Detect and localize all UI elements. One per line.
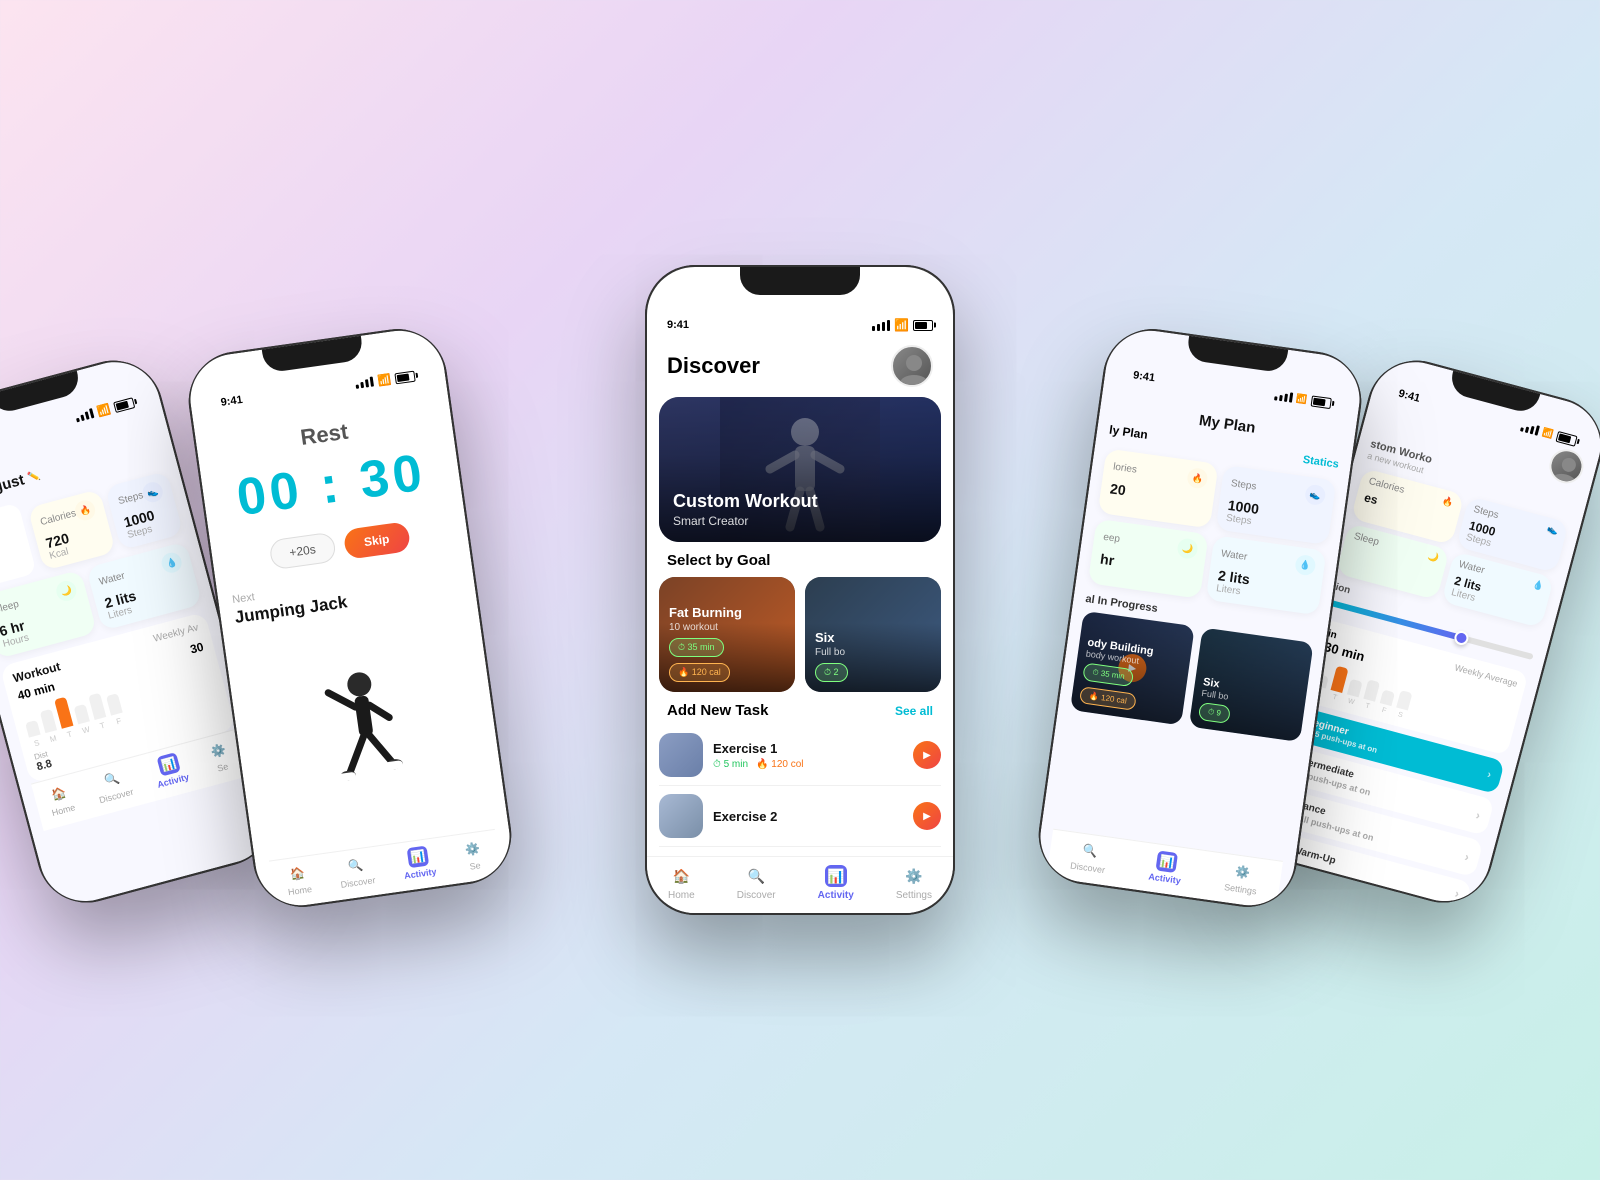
- nav-settings-left2[interactable]: ⚙️ Se: [206, 739, 234, 775]
- nav-activity-left2[interactable]: 📊 Activity: [150, 750, 190, 789]
- exercise-1-item: Exercise 1 ⏱ 5 min 🔥 120 col ▶: [659, 725, 941, 786]
- exercise-2-name: Exercise 2: [713, 809, 903, 824]
- nav-discover-right1[interactable]: 🔍 Discover: [1070, 839, 1109, 876]
- add-task-title: Add New Task: [667, 702, 768, 719]
- nav-discover-left2[interactable]: 🔍 Discover: [92, 765, 134, 805]
- exercise-2-play[interactable]: ▶: [913, 802, 941, 830]
- nav-settings-center[interactable]: ⚙️ Settings: [896, 865, 932, 901]
- sleep-label: Sleep: [0, 598, 20, 615]
- nav-se-rest[interactable]: ⚙️ Se: [461, 838, 485, 872]
- statics-link[interactable]: Statics: [1302, 454, 1339, 471]
- nav-settings-right1[interactable]: ⚙️ Settings: [1224, 860, 1261, 896]
- water-label: Water: [98, 570, 126, 587]
- nav-discover-center[interactable]: 🔍 Discover: [737, 865, 776, 901]
- exercise-1-time: ⏱ 5 min: [713, 759, 748, 770]
- nav-home-left2[interactable]: 🏠 Home: [45, 781, 76, 818]
- nav-discover-rest[interactable]: 🔍 Discover: [337, 853, 376, 890]
- see-all-link[interactable]: See all: [895, 704, 933, 718]
- hero-subtitle: Smart Creator: [673, 514, 927, 528]
- body-building-card[interactable]: ▶ ody Building body workout ⏱ 35 min 🔥 1…: [1070, 611, 1195, 726]
- fat-burning-time-tag: ⏱ 35 min: [669, 638, 724, 657]
- exercise-1-cal: 🔥 120 col: [756, 759, 803, 770]
- discover-title: Discover: [667, 353, 760, 379]
- nav-settings-right2[interactable]: ⚙️ Settings: [1404, 909, 1444, 911]
- custom-avatar: [1546, 445, 1588, 487]
- nav-home-rest[interactable]: 🏠 Home: [284, 862, 312, 897]
- calories-label: Calories: [39, 507, 77, 527]
- plus20s-button[interactable]: +20s: [269, 532, 337, 571]
- sixpack-time-tag: ⏱ 2: [815, 663, 848, 682]
- hero-workout-card[interactable]: Custom Workout Smart Creator: [659, 397, 941, 542]
- fat-burning-card[interactable]: Fat Burning 10 workout ⏱ 35 min 🔥 120 ca…: [659, 577, 795, 692]
- select-goal-title: Select by Goal: [647, 542, 953, 577]
- steps-label: Steps: [117, 489, 145, 506]
- sixpack-sub: Full bo: [815, 647, 931, 658]
- phone-discover: 9:41 📶 Discover: [645, 265, 955, 915]
- jumping-jack-figure: [307, 660, 428, 832]
- nav-activity-rest[interactable]: 📊 Activity: [400, 845, 437, 881]
- fat-burning-title: Fat Burning: [669, 605, 785, 620]
- nav-activity-center[interactable]: 📊 Activity: [818, 865, 854, 901]
- nav-activity-right2[interactable]: 📊 Activity: [1337, 891, 1377, 911]
- hero-title: Custom Workout: [673, 492, 927, 512]
- sixpack-card[interactable]: Six Full bo ⏱ 2: [805, 577, 941, 692]
- nav-home-center[interactable]: 🏠 Home: [668, 865, 695, 901]
- nav-activity-right1[interactable]: 📊 Activity: [1148, 850, 1185, 886]
- phones-container: 9:41 📶 Friday: [100, 90, 1500, 1090]
- six-pack-card[interactable]: Six Full bo ⏱ 9: [1189, 627, 1314, 742]
- rest-time: 9:41: [220, 394, 243, 409]
- fat-burning-sub: 10 workout: [669, 622, 785, 633]
- center-time: 9:41: [667, 319, 689, 331]
- skip-button[interactable]: Skip: [342, 521, 411, 560]
- user-avatar[interactable]: [891, 345, 933, 387]
- sixpack-title: Six: [815, 630, 931, 645]
- exercise-2-thumb: [659, 794, 703, 838]
- fat-burning-cal-tag: 🔥 120 cal: [669, 663, 730, 682]
- exercise-1-play[interactable]: ▶: [913, 741, 941, 769]
- exercise-1-thumb: [659, 733, 703, 777]
- exercise-1-name: Exercise 1: [713, 741, 903, 756]
- exercise-2-item: Exercise 2 ▶: [659, 786, 941, 847]
- center-bottom-nav: 🏠 Home 🔍 Discover 📊 Activity ⚙️ Settings: [647, 856, 953, 913]
